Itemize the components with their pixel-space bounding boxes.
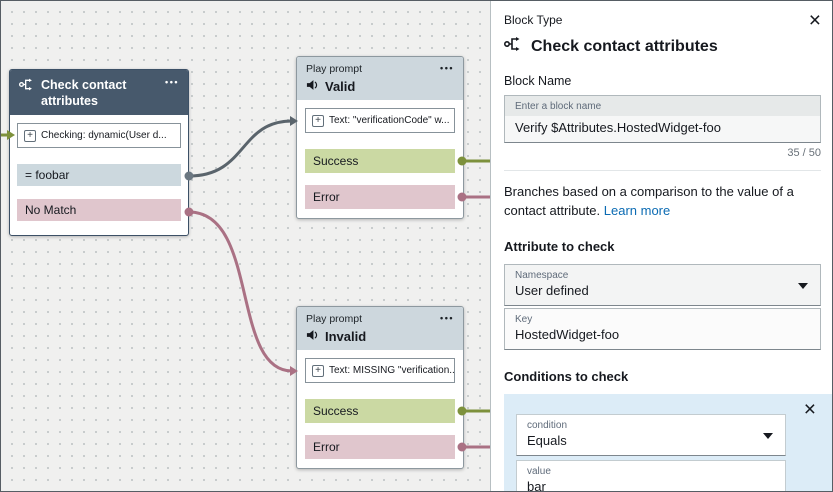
expand-plus-icon[interactable]: + bbox=[24, 130, 36, 142]
expand-plus-icon[interactable]: + bbox=[312, 115, 324, 127]
condition-label: condition bbox=[517, 415, 785, 432]
branch-row-error: Error bbox=[305, 185, 455, 209]
branch-row-success: Success bbox=[305, 149, 455, 173]
checking-row-text: Checking: dynamic(User d... bbox=[41, 129, 167, 142]
char-counter: 35 / 50 bbox=[504, 147, 821, 159]
block-name-label: Block Name bbox=[504, 74, 821, 88]
panel-title: Check contact attributes bbox=[531, 38, 718, 56]
key-input[interactable]: Key HostedWidget-foo bbox=[504, 308, 821, 350]
chevron-down-icon bbox=[798, 283, 808, 289]
key-value: HostedWidget-foo bbox=[505, 326, 820, 349]
block-header: Check contact attributes ••• bbox=[10, 70, 188, 115]
block-body: + Text: MISSING "verification... Success… bbox=[297, 350, 463, 468]
block-body: + Checking: dynamic(User d... = foobar N… bbox=[10, 115, 188, 235]
block-check-contact-attributes[interactable]: Check contact attributes ••• + Checking:… bbox=[9, 69, 189, 236]
block-title: Invalid bbox=[325, 329, 366, 344]
condition-card: × condition Equals value bar bbox=[504, 394, 833, 491]
flow-canvas[interactable]: Check contact attributes ••• + Checking:… bbox=[1, 1, 490, 491]
block-name-value: Verify $Attributes.HostedWidget-foo bbox=[505, 116, 820, 142]
block-type-label: Block Type bbox=[504, 13, 562, 27]
prompt-text: Text: MISSING "verification... bbox=[329, 364, 455, 377]
condition-value-input[interactable]: value bar bbox=[516, 460, 786, 491]
learn-more-link[interactable]: Learn more bbox=[604, 203, 670, 218]
block-name-placeholder: Enter a block name bbox=[505, 96, 820, 116]
block-header: Play prompt ••• Valid bbox=[297, 57, 463, 100]
namespace-value: User defined bbox=[505, 282, 820, 305]
block-header: Play prompt ••• Invalid bbox=[297, 307, 463, 350]
expand-plus-icon[interactable]: + bbox=[312, 365, 324, 377]
attribute-to-check-heading: Attribute to check bbox=[504, 239, 821, 254]
speaker-icon bbox=[306, 329, 319, 344]
block-name-input[interactable]: Enter a block name Verify $Attributes.Ho… bbox=[504, 95, 821, 143]
chevron-down-icon bbox=[763, 433, 773, 439]
contact-flow-editor: Check contact attributes ••• + Checking:… bbox=[0, 0, 833, 492]
speaker-icon bbox=[306, 79, 319, 94]
value-value: bar bbox=[517, 478, 785, 491]
prompt-text-row: + Text: "verificationCode" w... bbox=[305, 108, 455, 133]
block-menu-icon[interactable]: ••• bbox=[440, 63, 454, 73]
block-type-label: Play prompt bbox=[306, 63, 362, 75]
prompt-text-row: + Text: MISSING "verification... bbox=[305, 358, 455, 383]
wire-no-match-to-invalid bbox=[189, 212, 292, 371]
remove-condition-icon[interactable]: × bbox=[798, 400, 822, 420]
block-menu-icon[interactable]: ••• bbox=[440, 313, 454, 323]
branch-row-no-match: No Match bbox=[17, 199, 181, 221]
branch-row-success: Success bbox=[305, 399, 455, 423]
conditions-to-check-heading: Conditions to check bbox=[504, 369, 821, 384]
block-title: Valid bbox=[325, 79, 355, 94]
branch-row-foobar: = foobar bbox=[17, 164, 181, 186]
key-label: Key bbox=[505, 309, 820, 326]
namespace-label: Namespace bbox=[505, 265, 820, 282]
close-panel-icon[interactable]: × bbox=[809, 13, 821, 29]
block-menu-icon[interactable]: ••• bbox=[165, 77, 179, 87]
prompt-text: Text: "verificationCode" w... bbox=[329, 114, 449, 127]
divider bbox=[504, 170, 821, 171]
properties-panel: Block Type × Check contact attributes Bl… bbox=[490, 1, 833, 491]
branch-row-error: Error bbox=[305, 435, 455, 459]
block-type-label: Play prompt bbox=[306, 313, 362, 325]
block-body: + Text: "verificationCode" w... Success … bbox=[297, 100, 463, 218]
condition-select[interactable]: condition Equals bbox=[516, 414, 786, 456]
namespace-select[interactable]: Namespace User defined bbox=[504, 264, 821, 306]
value-label: value bbox=[517, 461, 785, 478]
wire-foobar-to-valid bbox=[189, 121, 292, 176]
checking-row: + Checking: dynamic(User d... bbox=[17, 123, 181, 148]
branch-icon bbox=[19, 77, 34, 97]
condition-value: Equals bbox=[517, 432, 785, 455]
block-play-prompt-invalid[interactable]: Play prompt ••• Invalid + Text: MISSING … bbox=[296, 306, 464, 469]
block-description: Branches based on a comparison to the va… bbox=[504, 182, 821, 220]
block-play-prompt-valid[interactable]: Play prompt ••• Valid + Text: "verificat… bbox=[296, 56, 464, 219]
branch-icon bbox=[504, 36, 522, 57]
block-title: Check contact attributes bbox=[41, 77, 149, 109]
